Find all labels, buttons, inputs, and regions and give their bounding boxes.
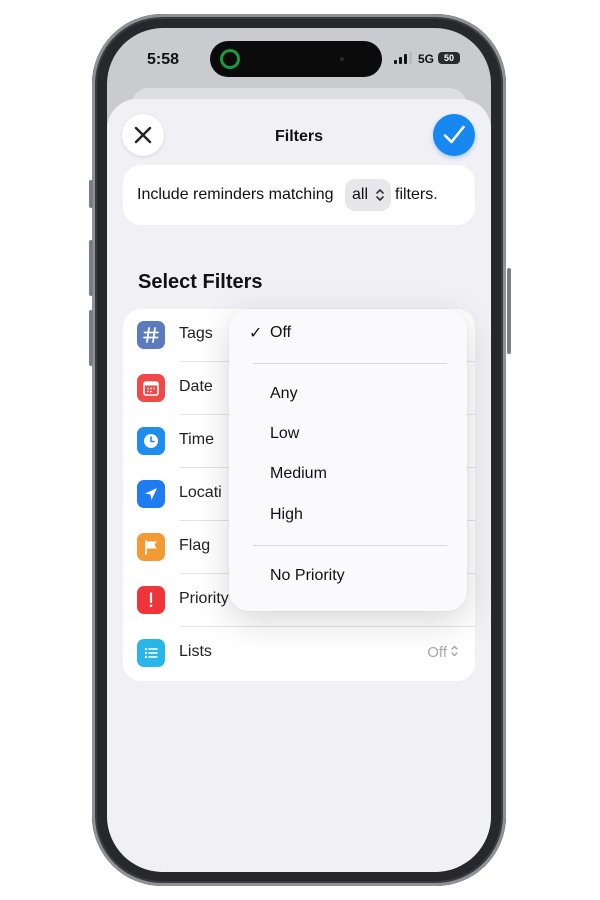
live-activity-icon xyxy=(220,49,240,69)
flag-icon xyxy=(137,533,165,561)
menu-item-off[interactable]: ✓ Off xyxy=(229,313,467,353)
menu-item-label: Medium xyxy=(270,465,327,482)
lists-value[interactable]: Off xyxy=(427,644,459,661)
menu-item-label: No Priority xyxy=(270,567,345,584)
status-time: 5:58 xyxy=(147,51,180,68)
filter-row-lists[interactable]: Lists Off xyxy=(123,627,475,680)
menu-item-high[interactable]: High xyxy=(229,495,467,535)
priority-menu: ✓ Off Any Low Medium High No Priority xyxy=(229,309,467,611)
exclamation-icon xyxy=(137,586,165,614)
volume-up-button xyxy=(89,240,93,296)
lists-value-text: Off xyxy=(427,644,447,661)
action-button xyxy=(89,180,93,208)
clock-icon xyxy=(137,427,165,455)
checkmark-icon: ✓ xyxy=(249,325,263,342)
match-mode-value: all xyxy=(352,186,369,203)
screen: 5:58 5G 50 Filters Include reminders mat… xyxy=(107,28,491,872)
menu-item-label: Any xyxy=(270,385,298,402)
menu-item-label: High xyxy=(270,506,303,523)
hashtag-icon xyxy=(137,321,165,349)
list-icon xyxy=(137,639,165,667)
filter-label: Time xyxy=(179,431,214,448)
menu-divider xyxy=(253,545,447,546)
dynamic-island xyxy=(210,41,382,77)
menu-item-low[interactable]: Low xyxy=(229,414,467,454)
menu-item-label: Off xyxy=(270,324,292,341)
battery-indicator: 50 xyxy=(438,52,460,64)
section-title: Select Filters xyxy=(138,271,263,293)
calendar-icon xyxy=(137,374,165,402)
checkmark-icon xyxy=(443,125,465,144)
cellular-signal-icon xyxy=(394,52,414,67)
menu-item-no-priority[interactable]: No Priority xyxy=(229,556,467,596)
menu-item-any[interactable]: Any xyxy=(229,374,467,414)
chevron-up-down-icon xyxy=(376,189,384,201)
include-suffix: filters. xyxy=(395,186,438,203)
filter-label: Date xyxy=(179,378,213,395)
volume-down-button xyxy=(89,310,93,366)
location-arrow-icon xyxy=(137,480,165,508)
menu-item-label: Low xyxy=(270,425,300,442)
match-mode-selector[interactable]: all xyxy=(345,179,391,211)
camera-dot xyxy=(340,57,344,61)
filter-label: Priority xyxy=(179,590,229,607)
filter-label: Flag xyxy=(179,537,211,554)
side-button xyxy=(507,268,511,354)
done-button[interactable] xyxy=(433,114,475,156)
filters-sheet: Filters Include reminders matching all f… xyxy=(107,99,491,872)
filter-label: Locati xyxy=(179,484,222,501)
network-type: 5G xyxy=(418,52,435,66)
menu-item-medium[interactable]: Medium xyxy=(229,454,467,494)
menu-divider xyxy=(253,363,447,364)
chevron-up-down-icon xyxy=(451,645,458,657)
include-prefix: Include reminders matching xyxy=(137,186,334,203)
include-matching-row: Include reminders matching all filters. xyxy=(123,165,475,225)
filter-label: Tags xyxy=(179,325,213,342)
filter-label: Lists xyxy=(179,643,212,660)
